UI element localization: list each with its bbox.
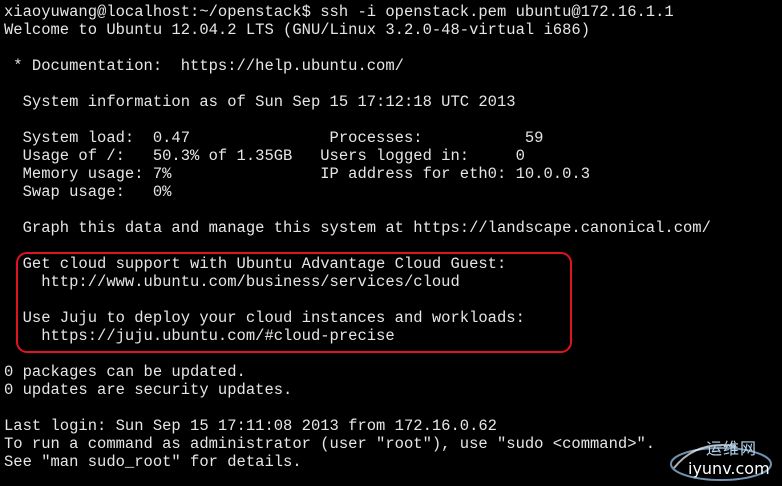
terminal-line-ssh-command: xiaoyuwang@localhost:~/openstack$ ssh -i… <box>4 3 674 21</box>
highlight-annotation-box <box>16 252 572 353</box>
terminal-line-landscape: Graph this data and manage this system a… <box>4 219 711 237</box>
terminal-line-security-updates: 0 updates are security updates. <box>4 381 293 399</box>
watermark-domain: iyunv.com <box>688 459 770 478</box>
terminal-line-memory-usage: Memory usage: 7% IP address for eth0: 10… <box>4 165 590 183</box>
terminal-line-last-login: Last login: Sun Sep 15 17:11:08 2013 fro… <box>4 417 497 435</box>
watermark-title: 运维网 <box>706 439 758 458</box>
terminal-line-system-load: System load: 0.47 Processes: 59 <box>4 129 544 147</box>
watermark: 运维网 iyunv.com <box>666 438 776 482</box>
terminal-line-disk-usage: Usage of /: 50.3% of 1.35GB Users logged… <box>4 147 525 165</box>
terminal-line-swap-usage: Swap usage: 0% <box>4 183 172 201</box>
terminal-line-packages: 0 packages can be updated. <box>4 363 246 381</box>
terminal-line-system-info: System information as of Sun Sep 15 17:1… <box>4 93 516 111</box>
terminal-window[interactable]: xiaoyuwang@localhost:~/openstack$ ssh -i… <box>0 0 782 486</box>
terminal-line-documentation: * Documentation: https://help.ubuntu.com… <box>4 57 404 75</box>
terminal-line-welcome: Welcome to Ubuntu 12.04.2 LTS (GNU/Linux… <box>4 21 590 39</box>
